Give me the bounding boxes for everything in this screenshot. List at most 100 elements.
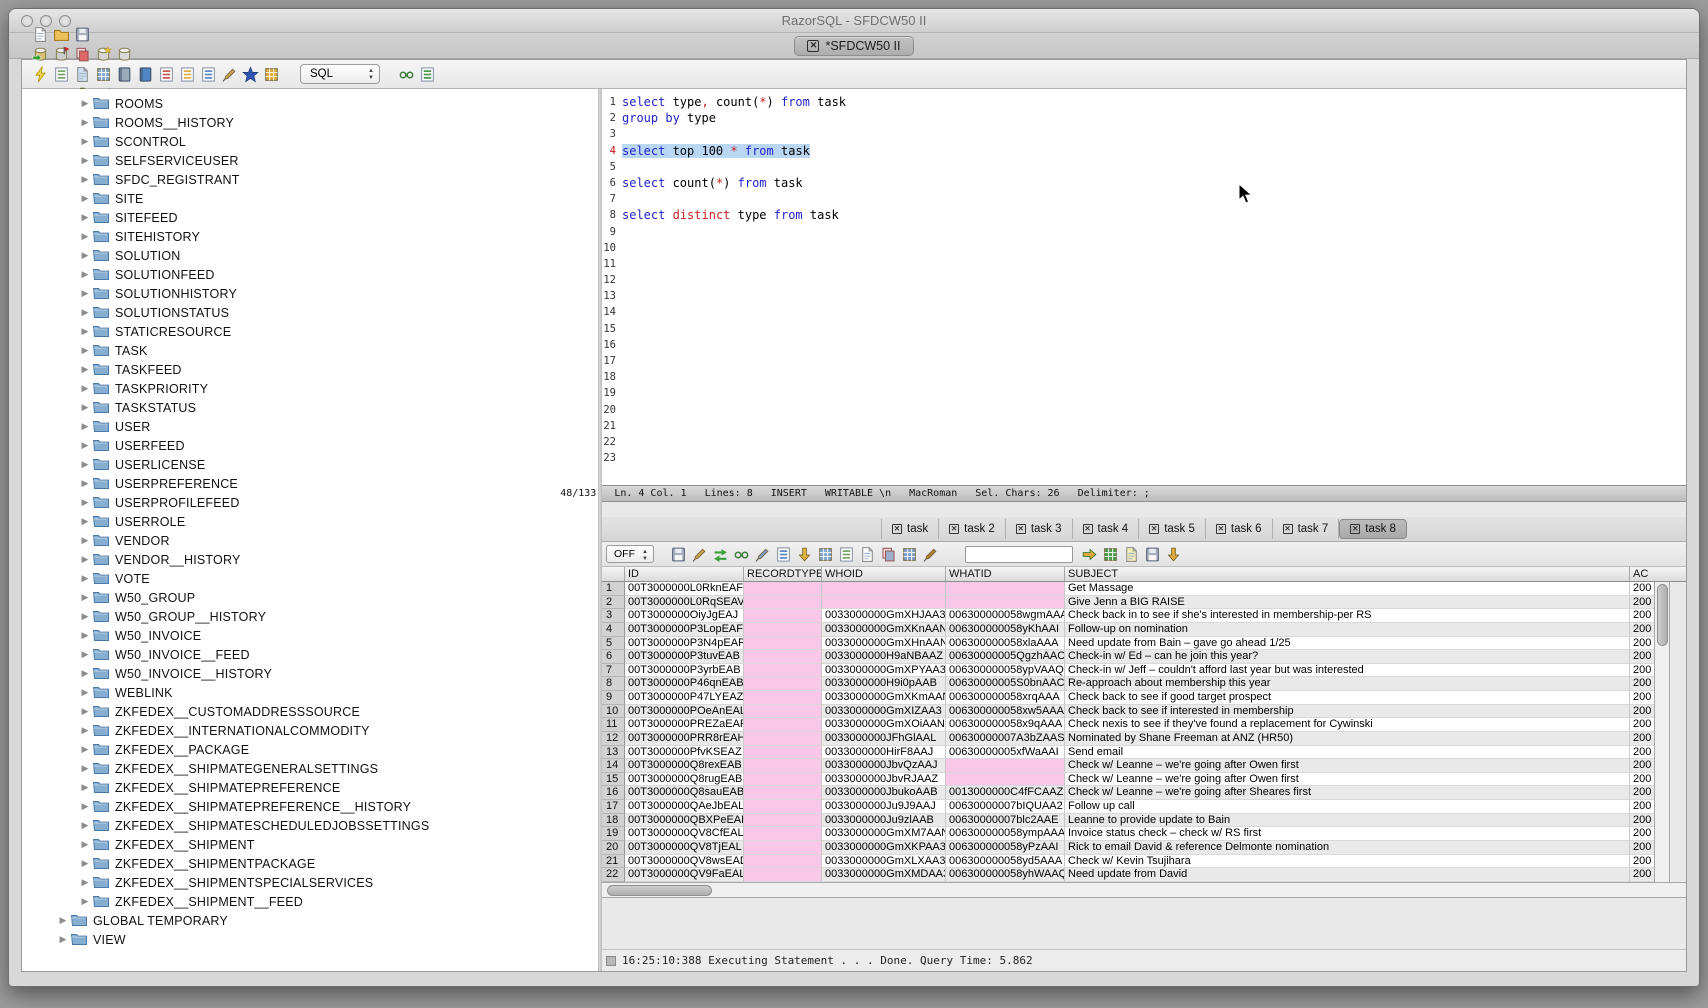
open-file-icon[interactable] bbox=[51, 24, 72, 44]
sidebar-item-view[interactable]: ▶VIEW bbox=[22, 930, 598, 949]
sidebar-item-zkfedex-shipmatepreference-history[interactable]: ▶ZKFEDEX__SHIPMATEPREFERENCE__HISTORY bbox=[22, 797, 598, 816]
sidebar-item-zkfedex-shipmategeneralsettings[interactable]: ▶ZKFEDEX__SHIPMATEGENERALSETTINGS bbox=[22, 759, 598, 778]
table-cell[interactable]: Re-approach about membership this year bbox=[1065, 677, 1630, 691]
table-cell[interactable]: Check w/ Leanne – we're going after Owen… bbox=[1065, 759, 1630, 773]
table-cell[interactable]: 00630000005xfWaAAI bbox=[946, 746, 1065, 760]
describe-table-icon[interactable] bbox=[156, 64, 177, 84]
column-header-subject[interactable]: SUBJECT bbox=[1065, 567, 1630, 581]
table-cell[interactable] bbox=[744, 773, 822, 787]
sidebar-item-weblink[interactable]: ▶WEBLINK bbox=[22, 683, 598, 702]
sidebar-item-zkfedex-package[interactable]: ▶ZKFEDEX__PACKAGE bbox=[22, 740, 598, 759]
results-horizontal-scrollbar[interactable] bbox=[602, 882, 1686, 898]
save-results-file-icon[interactable] bbox=[668, 544, 689, 564]
table-cell[interactable]: 00T3000000OiyJgEAJ bbox=[625, 609, 744, 623]
close-result-tab-icon[interactable]: ✕ bbox=[1216, 524, 1226, 534]
table-cell[interactable]: 00T3000000QV8CfEAL bbox=[625, 827, 744, 841]
table-cell[interactable]: 200 bbox=[1630, 637, 1654, 651]
execute-file-icon[interactable] bbox=[72, 64, 93, 84]
sidebar-item-staticresource[interactable]: ▶STATICRESOURCE bbox=[22, 322, 598, 341]
disclosure-triangle-icon[interactable]: ▶ bbox=[77, 174, 93, 185]
table-cell[interactable]: 00T3000000POeAnEAL bbox=[625, 705, 744, 719]
sidebar-item-w50-invoice-feed[interactable]: ▶W50_INVOICE__FEED bbox=[22, 645, 598, 664]
table-cell[interactable]: 006300000058xw5AAA bbox=[946, 705, 1065, 719]
fetch-more-icon[interactable] bbox=[1163, 544, 1184, 564]
table-cell[interactable] bbox=[946, 759, 1065, 773]
favorites-icon[interactable] bbox=[240, 64, 261, 84]
table-cell[interactable] bbox=[744, 855, 822, 869]
table-cell[interactable]: Need update from David bbox=[1065, 868, 1630, 882]
table-cell[interactable] bbox=[744, 800, 822, 814]
disclosure-triangle-icon[interactable]: ▶ bbox=[77, 383, 93, 394]
table-cell[interactable]: 00T3000000P46qnEAB bbox=[625, 677, 744, 691]
filter-dropdown[interactable]: OFF ▲▼ bbox=[606, 545, 654, 563]
sidebar-item-userpreference[interactable]: ▶USERPREFERENCE bbox=[22, 474, 598, 493]
table-cell[interactable]: Check w/ Leanne – we're going after Shea… bbox=[1065, 786, 1630, 800]
table-cell[interactable] bbox=[744, 759, 822, 773]
disclosure-triangle-icon[interactable]: ▶ bbox=[77, 535, 93, 546]
table-cell[interactable]: Check back to see if good target prospec… bbox=[1065, 691, 1630, 705]
close-result-tab-icon[interactable]: ✕ bbox=[1283, 524, 1293, 534]
table-cell[interactable] bbox=[946, 773, 1065, 787]
table-cell[interactable]: Nominated by Shane Freeman at ANZ (HR50) bbox=[1065, 732, 1630, 746]
sidebar-item-taskpriority[interactable]: ▶TASKPRIORITY bbox=[22, 379, 598, 398]
table-cell[interactable]: 00T3000000P3LopEAF bbox=[625, 623, 744, 637]
sidebar-item-task[interactable]: ▶TASK bbox=[22, 341, 598, 360]
sidebar-item-zkfedex-shipmatescheduledjobssettings[interactable]: ▶ZKFEDEX__SHIPMATESCHEDULEDJOBSSETTINGS bbox=[22, 816, 598, 835]
disclosure-triangle-icon[interactable]: ▶ bbox=[77, 706, 93, 717]
documentation-icon[interactable] bbox=[135, 64, 156, 84]
highlight-pen-icon[interactable] bbox=[920, 544, 941, 564]
table-cell[interactable]: 0033000000JbukoAAB bbox=[822, 786, 946, 800]
refresh-results-icon[interactable] bbox=[710, 544, 731, 564]
table-cell[interactable]: 00T3000000QBXPeEAP bbox=[625, 814, 744, 828]
disclosure-triangle-icon[interactable]: ▶ bbox=[55, 934, 71, 945]
sidebar-item-solution[interactable]: ▶SOLUTION bbox=[22, 246, 598, 265]
disclosure-triangle-icon[interactable]: ▶ bbox=[77, 630, 93, 641]
document-tab[interactable]: ✕ *SFDCW50 II bbox=[794, 36, 913, 56]
table-cell[interactable]: Need update from Bain – gave go ahead 1/… bbox=[1065, 637, 1630, 651]
sidebar-item-w50-group[interactable]: ▶W50_GROUP bbox=[22, 588, 598, 607]
column-header-whatid[interactable]: WHATID bbox=[946, 567, 1065, 581]
new-connection-icon[interactable] bbox=[93, 44, 114, 64]
table-cell[interactable] bbox=[744, 705, 822, 719]
table-cell[interactable]: Check w/ Kevin Tsujihara bbox=[1065, 855, 1630, 869]
execute-sql-icon[interactable] bbox=[30, 64, 51, 84]
table-cell[interactable]: 00T3000000QV8TjEAL bbox=[625, 841, 744, 855]
table-cell[interactable]: 0033000000HirF8AAJ bbox=[822, 746, 946, 760]
sidebar-item-w50-invoice[interactable]: ▶W50_INVOICE bbox=[22, 626, 598, 645]
sidebar-item-userlicense[interactable]: ▶USERLICENSE bbox=[22, 455, 598, 474]
disclosure-triangle-icon[interactable]: ▶ bbox=[77, 782, 93, 793]
disclosure-triangle-icon[interactable]: ▶ bbox=[77, 744, 93, 755]
copy-special-icon[interactable] bbox=[899, 544, 920, 564]
table-cell[interactable]: 00T3000000Q8rugEAB bbox=[625, 773, 744, 787]
table-cell[interactable]: 0033000000H9aNBAAZ bbox=[822, 650, 946, 664]
table-cell[interactable]: 200 bbox=[1630, 773, 1654, 787]
disclosure-triangle-icon[interactable]: ▶ bbox=[77, 801, 93, 812]
table-cell[interactable]: 00T3000000L0RqSEAV bbox=[625, 596, 744, 610]
sort-column-icon[interactable] bbox=[794, 544, 815, 564]
table-cell[interactable]: 200 bbox=[1630, 596, 1654, 610]
mode-dropdown[interactable]: SQL ▲▼ bbox=[300, 64, 380, 84]
table-cell[interactable] bbox=[822, 582, 946, 596]
edit-sql-icon[interactable] bbox=[219, 64, 240, 84]
table-cell[interactable] bbox=[744, 827, 822, 841]
table-cell[interactable]: 200 bbox=[1630, 814, 1654, 828]
query-builder-icon[interactable] bbox=[51, 64, 72, 84]
table-cell[interactable] bbox=[946, 596, 1065, 610]
close-result-tab-icon[interactable]: ✕ bbox=[1016, 524, 1026, 534]
table-cell[interactable]: 0033000000GmXHJAA3 bbox=[822, 609, 946, 623]
table-cell[interactable] bbox=[744, 841, 822, 855]
sidebar-item-rooms[interactable]: ▶ROOMS bbox=[22, 94, 598, 113]
table-cell[interactable]: 200 bbox=[1630, 705, 1654, 719]
table-cell[interactable] bbox=[744, 814, 822, 828]
table-cell[interactable]: 006300000058yPzAAI bbox=[946, 841, 1065, 855]
preview-sql-icon[interactable] bbox=[396, 64, 417, 84]
disclosure-triangle-icon[interactable]: ▶ bbox=[77, 649, 93, 660]
table-cell[interactable]: 006300000058yd5AAA bbox=[946, 855, 1065, 869]
disclosure-triangle-icon[interactable]: ▶ bbox=[77, 573, 93, 584]
format-sql-icon[interactable] bbox=[177, 64, 198, 84]
column-header-row-number[interactable] bbox=[602, 567, 625, 581]
table-cell[interactable]: Rick to email David & reference Delmonte… bbox=[1065, 841, 1630, 855]
table-cell[interactable]: Check-in w/ Ed – can he join this year? bbox=[1065, 650, 1630, 664]
table-cell[interactable]: Check back to see if interested in membe… bbox=[1065, 705, 1630, 719]
table-cell[interactable]: 006300000058ypVAAQ bbox=[946, 664, 1065, 678]
